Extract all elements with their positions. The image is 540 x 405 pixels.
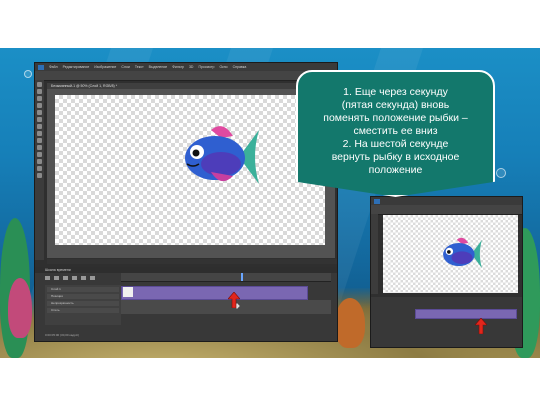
- fish-image[interactable]: [181, 122, 261, 192]
- eraser-tool-icon[interactable]: [37, 131, 42, 136]
- hand-tool-icon[interactable]: [37, 166, 42, 171]
- property-row-style[interactable]: Стиль: [47, 308, 119, 313]
- timeline-panel-secondary: [371, 297, 522, 347]
- callout-line: 2. На шестой секунде: [342, 138, 449, 150]
- pen-tool-icon[interactable]: [37, 152, 42, 157]
- property-row-position[interactable]: Позиция: [47, 294, 119, 299]
- document-tab[interactable]: Безымянный-1 @ 50% (Слой 1, RGB/8) *: [47, 83, 335, 89]
- photoshop-window-secondary: [370, 196, 523, 348]
- callout-line: положение: [368, 164, 423, 176]
- fish-image[interactable]: [441, 235, 483, 273]
- next-frame-icon[interactable]: [72, 275, 77, 280]
- timeline-layers-list: Слой 1 Позиция Непрозрачность Стиль: [45, 285, 121, 325]
- menu-item-view[interactable]: Просмотр: [198, 65, 214, 69]
- timeline-footer: 0:00:05:00 (30,00 кадр/с): [45, 333, 325, 339]
- time-ruler[interactable]: [121, 273, 331, 282]
- stamp-tool-icon[interactable]: [37, 124, 42, 129]
- transparent-canvas[interactable]: [55, 95, 325, 245]
- coral-right: [335, 298, 365, 348]
- red-up-arrow-icon: [475, 318, 487, 334]
- fps-readout: (30,00 кадр/с): [60, 333, 80, 337]
- text-tool-icon[interactable]: [37, 145, 42, 150]
- layer-clip-track[interactable]: [121, 286, 308, 300]
- photoshop-logo-icon: [38, 64, 44, 70]
- menu-item-filter[interactable]: Фильтр: [172, 65, 184, 69]
- current-time: 0:00:05:00: [45, 333, 60, 337]
- settings-icon[interactable]: [90, 275, 95, 280]
- marquee-tool-icon[interactable]: [37, 89, 42, 94]
- lasso-tool-icon[interactable]: [37, 96, 42, 101]
- layer-clip-track[interactable]: [415, 309, 517, 319]
- menu-item-help[interactable]: Справка: [233, 65, 247, 69]
- transparent-canvas-secondary[interactable]: [383, 215, 518, 293]
- callout-line: 1. Еще через секунду: [343, 86, 448, 98]
- document-area: Безымянный-1 @ 50% (Слой 1, RGB/8) *: [47, 83, 335, 258]
- prev-frame-icon[interactable]: [54, 275, 59, 280]
- play-icon[interactable]: [63, 275, 68, 280]
- photoshop-window-main: Файл Редактирование Изображение Слои Тек…: [34, 62, 338, 342]
- zoom-tool-icon[interactable]: [37, 173, 42, 178]
- tools-panel: [35, 80, 44, 260]
- status-bar: [47, 259, 337, 264]
- brush-tool-icon[interactable]: [37, 117, 42, 122]
- menu-item-edit[interactable]: Редактирование: [63, 65, 90, 69]
- menu-bar: Файл Редактирование Изображение Слои Тек…: [35, 63, 337, 71]
- clip-thumbnail: [123, 287, 133, 297]
- menu-item-layers[interactable]: Слои: [121, 65, 130, 69]
- menu-item-file[interactable]: Файл: [49, 65, 58, 69]
- timeline-panel: Шкала времени Слой 1 Позиция Непрозрачно…: [35, 267, 337, 341]
- layer-row[interactable]: Слой 1: [47, 287, 119, 292]
- shape-tool-icon[interactable]: [37, 159, 42, 164]
- coral-left: [8, 278, 32, 338]
- photoshop-logo-icon: [374, 198, 380, 204]
- tools-panel-secondary: [371, 214, 378, 294]
- menu-item-type[interactable]: Текст: [135, 65, 144, 69]
- first-frame-icon[interactable]: [45, 275, 50, 280]
- playhead[interactable]: [241, 273, 243, 281]
- menu-bar-secondary: [371, 197, 522, 205]
- crop-tool-icon[interactable]: [37, 103, 42, 108]
- red-up-arrow-icon: [228, 292, 240, 308]
- gradient-tool-icon[interactable]: [37, 138, 42, 143]
- bubble: [496, 168, 506, 178]
- keyframe-track[interactable]: [121, 300, 331, 314]
- callout-line: вернуть рыбку в исходное: [331, 151, 460, 163]
- menu-item-window[interactable]: Окно: [219, 65, 227, 69]
- options-bar-secondary: [371, 205, 522, 215]
- move-tool-icon[interactable]: [37, 82, 42, 87]
- property-row-opacity[interactable]: Непрозрачность: [47, 301, 119, 306]
- instruction-callout: 1. Еще через секунду (пятая секунда) вно…: [296, 70, 495, 197]
- callout-line: сместить ее вниз: [353, 125, 438, 137]
- menu-item-3d[interactable]: 3D: [189, 65, 193, 69]
- menu-item-image[interactable]: Изображение: [94, 65, 116, 69]
- audio-icon[interactable]: [81, 275, 86, 280]
- callout-line: (пятая секунда) вновь: [341, 99, 450, 111]
- eyedropper-tool-icon[interactable]: [37, 110, 42, 115]
- bubble: [24, 70, 32, 78]
- callout-line: поменять положение рыбки –: [323, 112, 468, 124]
- options-bar: [35, 71, 337, 81]
- menu-item-select[interactable]: Выделение: [149, 65, 168, 69]
